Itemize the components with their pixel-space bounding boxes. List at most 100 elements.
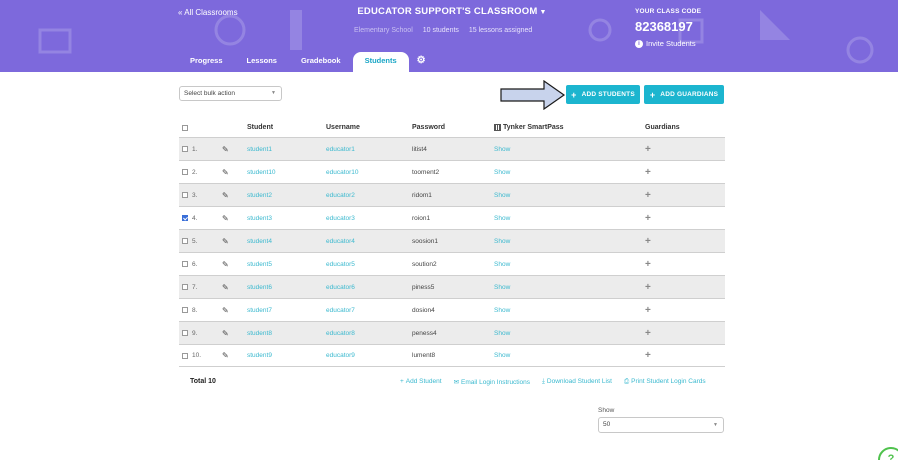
- row-number: 4.: [192, 214, 198, 222]
- tab-gradebook[interactable]: Gradebook: [289, 52, 353, 72]
- add-guardian-plus-icon[interactable]: +: [645, 184, 651, 206]
- add-guardians-button[interactable]: + ADD GUARDIANS: [644, 85, 724, 104]
- student-name-link[interactable]: student8: [247, 322, 272, 344]
- row-checkbox[interactable]: [182, 261, 188, 267]
- add-student-link[interactable]: + Add Student: [400, 378, 448, 386]
- student-name-link[interactable]: student2: [247, 184, 272, 206]
- student-name-link[interactable]: student3: [247, 207, 272, 229]
- lessons-count: 15 lessons assigned: [468, 27, 533, 34]
- pencil-icon[interactable]: ✎: [222, 138, 229, 160]
- student-name-link[interactable]: student10: [247, 161, 276, 183]
- username-link[interactable]: educator7: [326, 299, 355, 321]
- smartpass-show-link[interactable]: Show: [494, 276, 510, 298]
- row-checkbox-cell: [182, 253, 188, 275]
- tab-lessons[interactable]: Lessons: [235, 52, 289, 72]
- username-link[interactable]: educator3: [326, 207, 355, 229]
- pencil-icon[interactable]: ✎: [222, 299, 229, 321]
- select-all-checkbox[interactable]: [182, 124, 188, 131]
- smartpass-show-link[interactable]: Show: [494, 207, 510, 229]
- smartpass-show-link[interactable]: Show: [494, 253, 510, 275]
- row-checkbox[interactable]: [182, 307, 188, 313]
- username-link[interactable]: educator2: [326, 184, 355, 206]
- smartpass-show-link[interactable]: Show: [494, 322, 510, 344]
- pencil-icon[interactable]: ✎: [222, 161, 229, 183]
- pencil-icon[interactable]: ✎: [222, 207, 229, 229]
- invite-students-label: Invite Students: [646, 39, 696, 48]
- pencil-icon[interactable]: ✎: [222, 184, 229, 206]
- total-count: Total 10: [190, 378, 216, 385]
- classroom-tabs: Progress Lessons Gradebook Students ⚙: [178, 52, 434, 72]
- add-guardian-plus-icon[interactable]: +: [645, 345, 651, 366]
- smartpass-show-link[interactable]: Show: [494, 138, 510, 160]
- add-guardian-plus-icon[interactable]: +: [645, 161, 651, 183]
- username-link[interactable]: educator5: [326, 253, 355, 275]
- smartpass-show-link[interactable]: Show: [494, 345, 510, 366]
- student-name-link[interactable]: student1: [247, 138, 272, 160]
- row-checkbox[interactable]: [182, 146, 188, 152]
- chevron-down-icon: ▼: [271, 90, 276, 96]
- table-row: 5. ✎ student4 educator4 soosion1 Show +: [179, 229, 725, 252]
- add-guardian-plus-icon[interactable]: +: [645, 299, 651, 321]
- username-link[interactable]: educator10: [326, 161, 359, 183]
- add-guardian-plus-icon[interactable]: +: [645, 276, 651, 298]
- plus-icon: +: [649, 89, 656, 100]
- row-number: 6.: [192, 260, 198, 268]
- show-count-select[interactable]: 50 ▼: [598, 417, 724, 433]
- class-title[interactable]: EDUCATOR SUPPORT'S CLASSROOM ▼: [352, 6, 552, 17]
- row-checkbox-cell: [182, 138, 188, 160]
- pencil-icon[interactable]: ✎: [222, 253, 229, 275]
- row-number: 2.: [192, 168, 198, 176]
- student-name-link[interactable]: student7: [247, 299, 272, 321]
- header-smartpass: Tynker SmartPass: [494, 118, 564, 137]
- tab-settings[interactable]: ⚙: [409, 52, 434, 72]
- row-number: 5.: [192, 237, 198, 245]
- students-table: Student Username Password Tynker SmartPa…: [179, 118, 725, 367]
- pencil-icon[interactable]: ✎: [222, 322, 229, 344]
- plus-icon: +: [400, 378, 404, 385]
- pencil-icon[interactable]: ✎: [222, 276, 229, 298]
- tab-students[interactable]: Students: [352, 52, 409, 72]
- username-link[interactable]: educator8: [326, 322, 355, 344]
- row-checkbox[interactable]: [182, 238, 188, 244]
- row-checkbox[interactable]: [182, 284, 188, 290]
- download-list-link[interactable]: ⤓ Download Student List: [542, 378, 618, 386]
- row-checkbox-cell: [182, 207, 188, 229]
- email-login-link[interactable]: ✉ Email Login Instructions: [454, 378, 536, 386]
- bulk-action-value: Select bulk action: [184, 90, 235, 97]
- show-count-value: 50: [603, 421, 611, 428]
- help-icon[interactable]: ?: [878, 447, 898, 460]
- print-cards-link[interactable]: ⎙ Print Student Login Cards: [624, 378, 712, 386]
- row-checkbox[interactable]: [182, 169, 188, 175]
- add-guardian-plus-icon[interactable]: +: [645, 138, 651, 160]
- add-guardians-label: ADD GUARDIANS: [660, 91, 719, 98]
- add-guardian-plus-icon[interactable]: +: [645, 230, 651, 252]
- student-name-link[interactable]: student6: [247, 276, 272, 298]
- add-guardian-plus-icon[interactable]: +: [645, 207, 651, 229]
- add-guardian-plus-icon[interactable]: +: [645, 253, 651, 275]
- all-classrooms-link[interactable]: « All Classrooms: [178, 8, 238, 17]
- add-students-button[interactable]: + ADD STUDENTS: [566, 85, 640, 104]
- smartpass-show-link[interactable]: Show: [494, 230, 510, 252]
- table-row: 10. ✎ student9 educator9 lument8 Show +: [179, 344, 725, 367]
- row-checkbox[interactable]: [182, 192, 188, 198]
- smartpass-show-link[interactable]: Show: [494, 184, 510, 206]
- username-link[interactable]: educator1: [326, 138, 355, 160]
- student-name-link[interactable]: student5: [247, 253, 272, 275]
- row-checkbox[interactable]: [182, 215, 188, 221]
- row-checkbox[interactable]: [182, 330, 188, 336]
- smartpass-show-link[interactable]: Show: [494, 161, 510, 183]
- smartpass-show-link[interactable]: Show: [494, 299, 510, 321]
- row-checkbox[interactable]: [182, 352, 188, 359]
- tab-progress[interactable]: Progress: [178, 52, 235, 72]
- invite-students-link[interactable]: i Invite Students: [635, 39, 696, 48]
- username-link[interactable]: educator6: [326, 276, 355, 298]
- password-value: roion1: [412, 214, 431, 222]
- student-name-link[interactable]: student4: [247, 230, 272, 252]
- bulk-action-select[interactable]: Select bulk action ▼: [179, 86, 282, 101]
- student-name-link[interactable]: student9: [247, 345, 272, 366]
- add-guardian-plus-icon[interactable]: +: [645, 322, 651, 344]
- username-link[interactable]: educator4: [326, 230, 355, 252]
- username-link[interactable]: educator9: [326, 345, 355, 366]
- pencil-icon[interactable]: ✎: [222, 230, 229, 252]
- pencil-icon[interactable]: ✎: [222, 345, 229, 366]
